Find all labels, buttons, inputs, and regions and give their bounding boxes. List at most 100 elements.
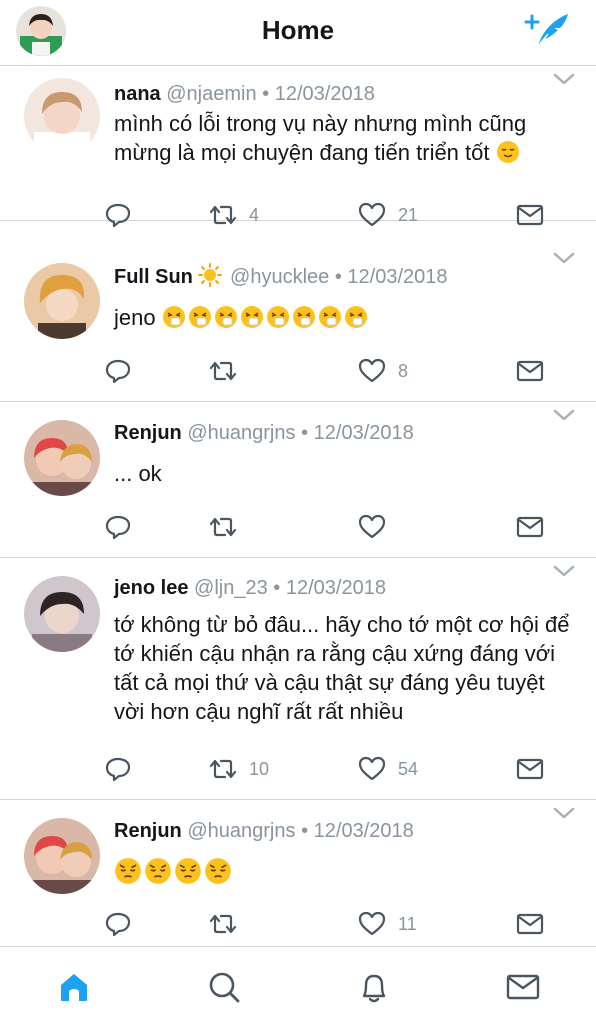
- user-handle[interactable]: @huangrjns: [187, 422, 295, 444]
- like-count: 54: [398, 758, 419, 779]
- direct-message-button[interactable]: [516, 511, 544, 543]
- user-handle[interactable]: @huangrjns: [187, 820, 295, 842]
- chevron-down-icon[interactable]: [553, 806, 575, 820]
- like-button[interactable]: 21: [358, 199, 418, 231]
- separator-dot: •: [262, 83, 270, 105]
- reply-icon: [105, 515, 131, 540]
- sneezing-face-emoji-icon: [344, 305, 368, 329]
- sneezing-face-emoji-icon: [162, 305, 186, 329]
- like-button[interactable]: 8: [358, 355, 408, 387]
- display-name[interactable]: Renjun: [114, 820, 182, 842]
- tweet-card[interactable]: Renjun @huangrjns • 12/03/2018 11: [0, 800, 596, 946]
- sneezing-face-emoji-icon: [292, 305, 316, 329]
- chevron-down-icon[interactable]: [553, 251, 575, 265]
- sneezing-face-emoji-icon: [240, 305, 264, 329]
- sneezing-face-emoji-icon: [188, 305, 212, 329]
- separator-dot: •: [301, 820, 309, 842]
- user-handle[interactable]: @hyucklee: [230, 266, 329, 288]
- reply-icon: [105, 912, 131, 937]
- retweet-count: 10: [249, 758, 270, 779]
- tweet-header: Renjun @huangrjns • 12/03/2018: [114, 422, 414, 445]
- direct-message-button[interactable]: [516, 908, 544, 940]
- like-count: 21: [398, 204, 419, 225]
- tweet-text: [114, 857, 576, 888]
- avatar[interactable]: [24, 263, 100, 339]
- display-name[interactable]: nana: [114, 83, 161, 105]
- reply-icon: [105, 757, 131, 782]
- tweet-text: ... ok: [114, 459, 576, 488]
- display-name[interactable]: Full Sun: [114, 266, 193, 288]
- home-icon[interactable]: [56, 969, 92, 1005]
- top-bar: Home: [0, 0, 596, 66]
- tweet-card[interactable]: Full Sun @hyucklee • 12/03/2018 jeno 8: [0, 245, 596, 402]
- page-title: Home: [261, 15, 335, 45]
- heart-icon: [358, 911, 386, 936]
- retweet-button[interactable]: [209, 355, 249, 387]
- avatar[interactable]: [24, 78, 100, 154]
- retweet-button[interactable]: [209, 511, 249, 543]
- reply-button[interactable]: [104, 511, 132, 543]
- mail-icon: [516, 758, 544, 780]
- tweet-date: 12/03/2018: [347, 266, 448, 288]
- tweet-card[interactable]: Renjun @huangrjns • 12/03/2018 ... ok: [0, 402, 596, 558]
- user-handle[interactable]: @ljn_23: [194, 577, 268, 599]
- tweet-card[interactable]: jeno lee @ljn_23 • 12/03/2018 tớ không t…: [0, 558, 596, 800]
- like-button[interactable]: [358, 511, 398, 543]
- reply-button[interactable]: [104, 199, 132, 231]
- heart-icon: [358, 358, 386, 383]
- compose-feather-icon[interactable]: [524, 10, 570, 50]
- reply-button[interactable]: [104, 753, 132, 785]
- retweet-icon: [209, 517, 237, 537]
- tweet-header: Renjun @huangrjns • 12/03/2018: [114, 820, 414, 843]
- separator-dot: •: [273, 577, 281, 599]
- tweet-text: mình có lỗi trong vụ này nhưng mình cũng…: [114, 109, 576, 167]
- like-count: 11: [398, 913, 417, 934]
- reply-icon: [105, 203, 131, 228]
- retweet-button[interactable]: 4: [209, 199, 259, 231]
- separator-dot: •: [301, 422, 309, 444]
- retweet-button[interactable]: 10: [209, 753, 269, 785]
- tweet-actions: 8: [0, 355, 596, 387]
- tweet-actions: [0, 511, 596, 543]
- avatar[interactable]: [24, 576, 100, 652]
- messages-mail-icon[interactable]: [505, 969, 541, 1005]
- like-button[interactable]: 11: [358, 908, 417, 940]
- direct-message-button[interactable]: [516, 199, 544, 231]
- mail-icon: [516, 913, 544, 935]
- display-name[interactable]: jeno lee: [114, 577, 188, 599]
- search-icon[interactable]: [206, 969, 242, 1005]
- tweet-header: jeno lee @ljn_23 • 12/03/2018: [114, 577, 386, 600]
- tweet-text-content: tớ không từ bỏ đâu... hãy cho tớ một cơ …: [114, 612, 570, 724]
- heart-icon: [358, 514, 386, 539]
- direct-message-button[interactable]: [516, 355, 544, 387]
- tweet-text-content: jeno: [114, 305, 156, 330]
- mail-icon: [516, 516, 544, 538]
- direct-message-button[interactable]: [516, 753, 544, 785]
- tweet-card[interactable]: nana @njaemin • 12/03/2018 mình có lỗi t…: [0, 66, 596, 228]
- user-handle[interactable]: @njaemin: [166, 83, 256, 105]
- bottom-tab-bar: [0, 946, 596, 1024]
- notifications-bell-icon[interactable]: [356, 969, 392, 1005]
- tweet-text-content: ... ok: [114, 461, 162, 486]
- chevron-down-icon[interactable]: [553, 408, 575, 422]
- chevron-down-icon[interactable]: [553, 564, 575, 578]
- display-name[interactable]: Renjun: [114, 422, 182, 444]
- avatar[interactable]: [24, 420, 100, 496]
- tweet-date: 12/03/2018: [285, 577, 386, 599]
- chevron-down-icon[interactable]: [553, 72, 575, 86]
- reply-icon: [105, 359, 131, 384]
- avatar[interactable]: [24, 818, 100, 894]
- pensive-face-emoji-icon: [174, 857, 202, 885]
- tweet-date: 12/03/2018: [313, 422, 414, 444]
- tweet-text-content: mình có lỗi trong vụ này nhưng mình cũng…: [114, 111, 527, 165]
- sneezing-face-emoji-icon: [318, 305, 342, 329]
- like-button[interactable]: 54: [358, 753, 418, 785]
- retweet-button[interactable]: [209, 908, 249, 940]
- reply-button[interactable]: [104, 355, 132, 387]
- tweet-text: tớ không từ bỏ đâu... hãy cho tớ một cơ …: [114, 610, 576, 726]
- retweet-count: 4: [249, 204, 260, 225]
- pensive-face-emoji-icon: [204, 857, 232, 885]
- reply-button[interactable]: [104, 908, 132, 940]
- retweet-icon: [209, 205, 237, 225]
- retweet-icon: [209, 361, 237, 381]
